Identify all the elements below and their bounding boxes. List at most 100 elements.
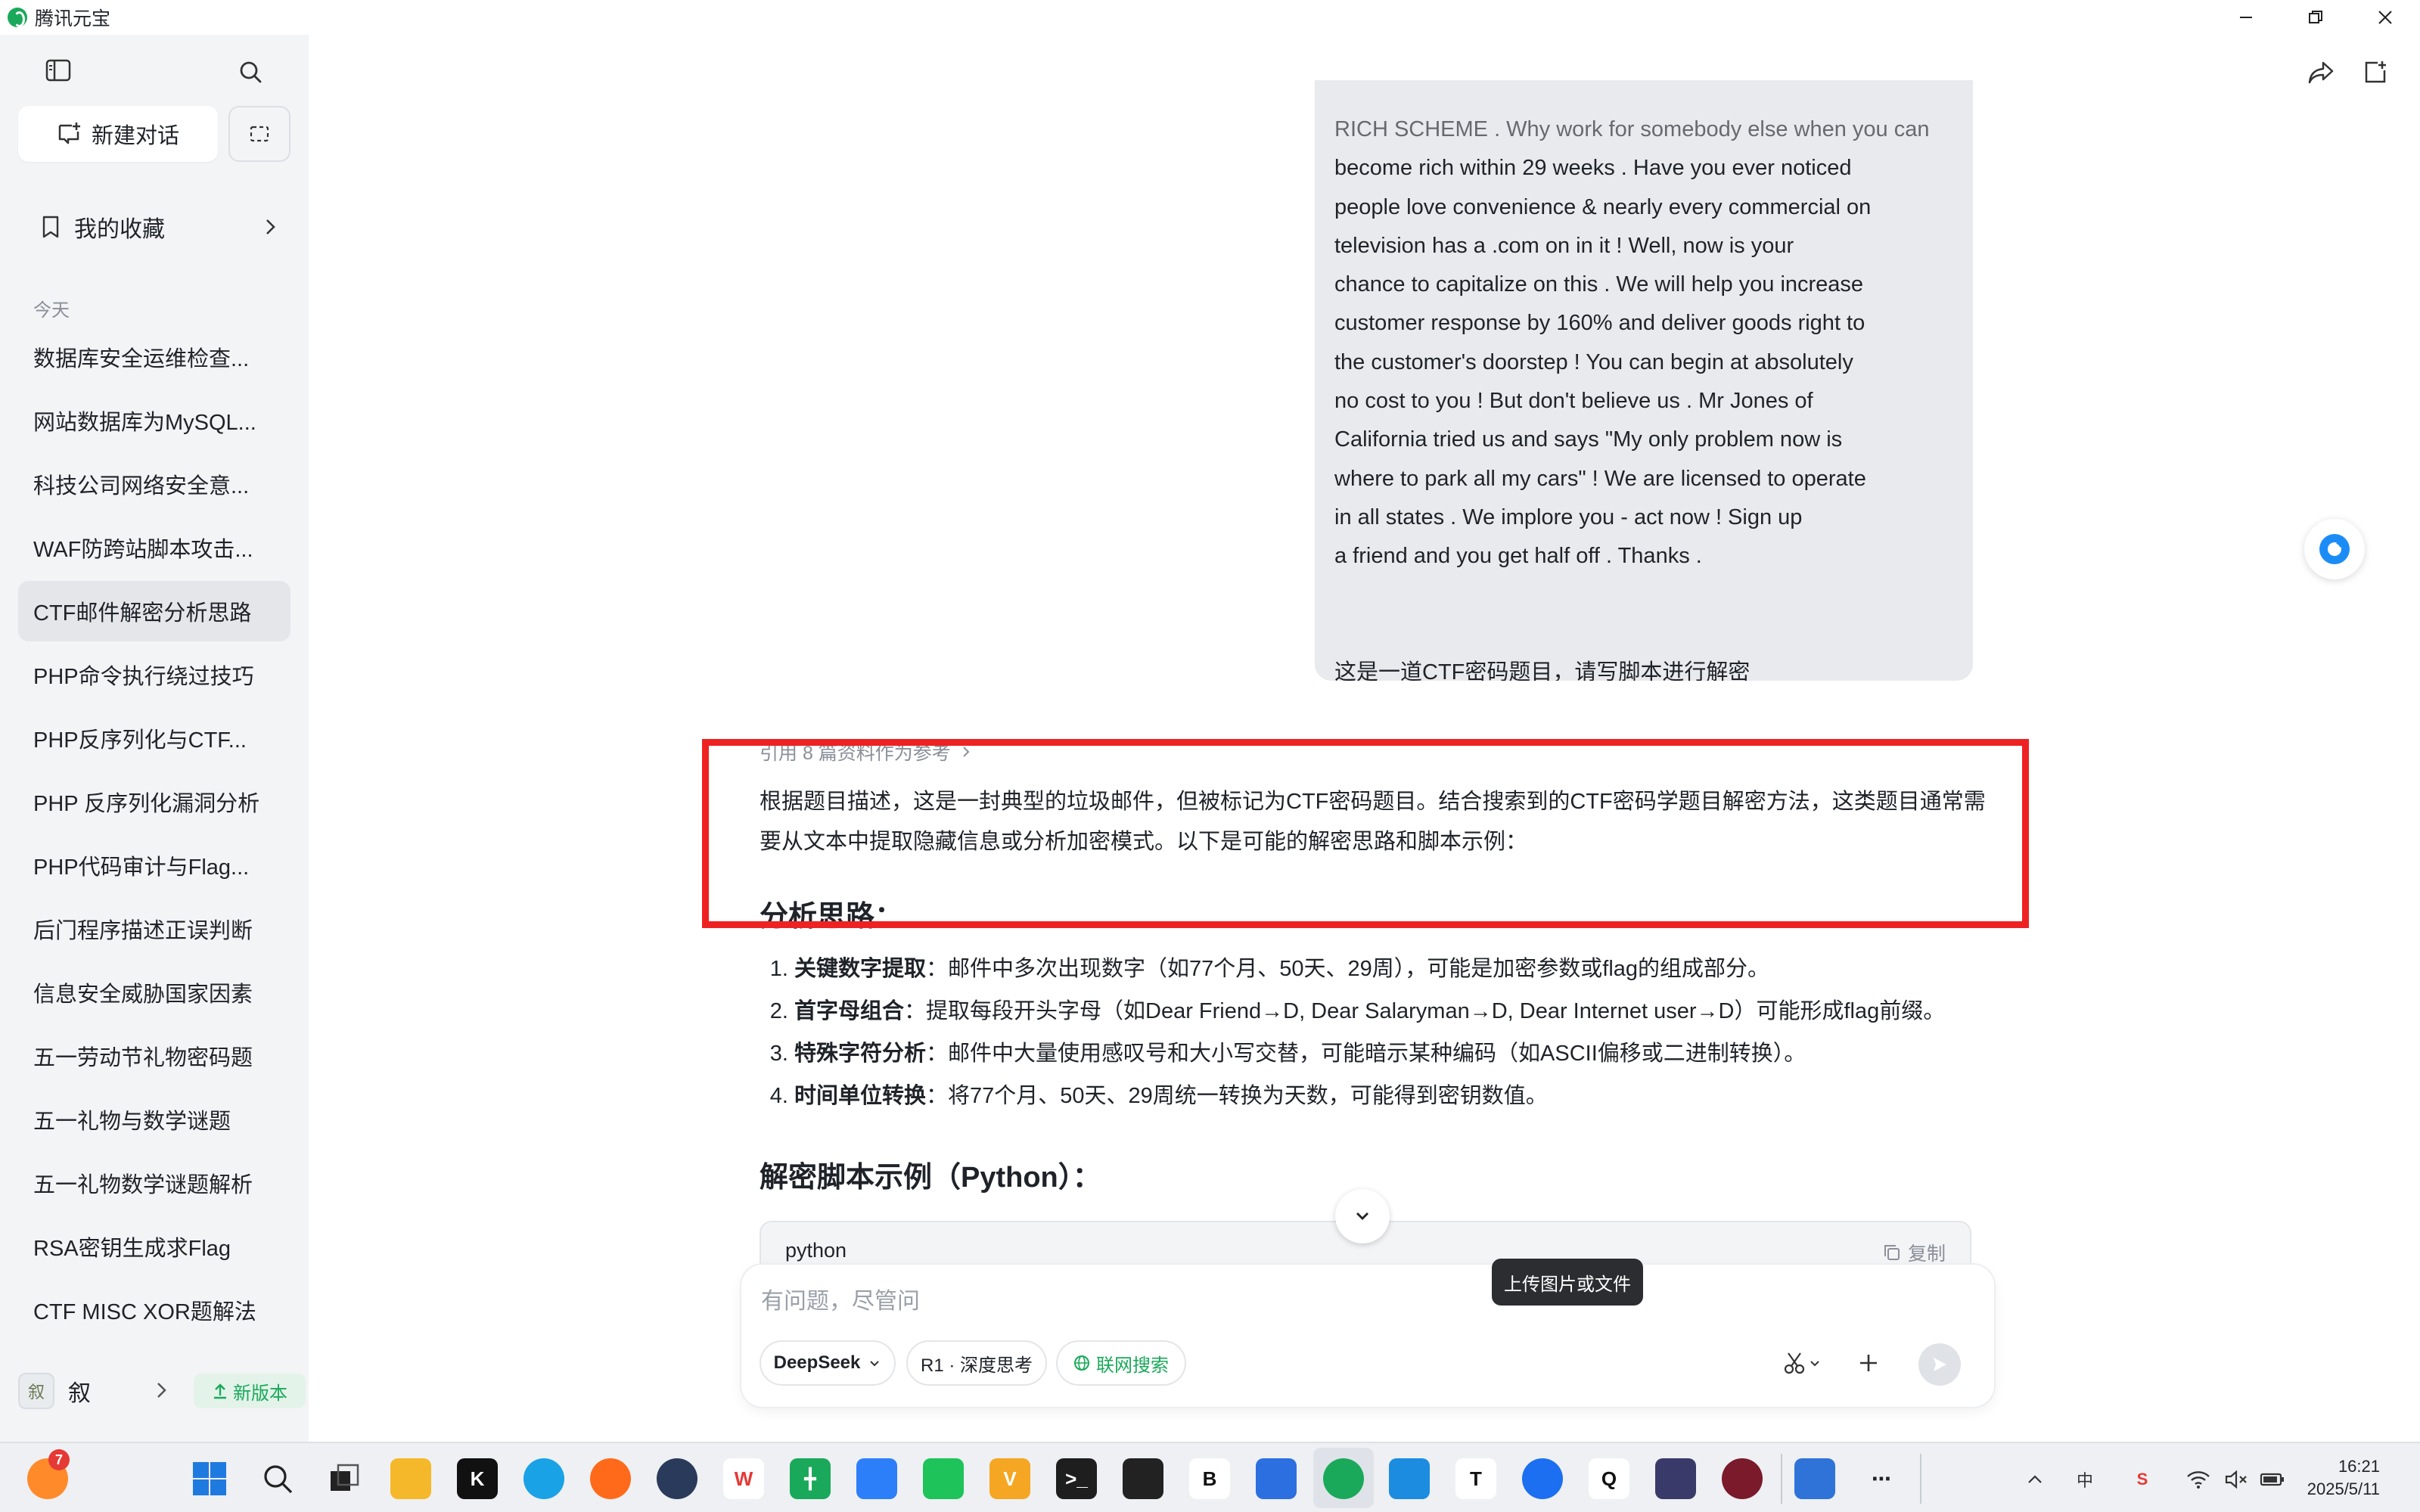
sidebar-toggle-icon: [45, 59, 71, 82]
taskbar-app-v-icon[interactable]: V: [989, 1458, 1030, 1499]
code-language: python: [785, 1239, 847, 1262]
floating-assistant-button[interactable]: [2304, 519, 2365, 579]
avatar[interactable]: 叙: [18, 1373, 54, 1409]
sidebar-conversation-item[interactable]: 五一劳动节礼物密码题: [18, 1026, 290, 1086]
upload-arrow-icon: [214, 1383, 226, 1399]
bookmark-icon: [42, 216, 59, 238]
tray-app-s-icon[interactable]: S: [2129, 1466, 2156, 1493]
sidebar-conversation-item[interactable]: RSA密钥生成求Flag: [18, 1216, 290, 1277]
sidebar-conversation-item[interactable]: PHP反序列化与CTF...: [18, 708, 290, 768]
volume-muted-icon[interactable]: [2223, 1466, 2250, 1493]
windows-start-icon[interactable]: [189, 1458, 230, 1499]
toggle-sidebar-button[interactable]: [41, 53, 76, 88]
analysis-item: 首字母组合：提取每段开头字母（如Dear Friend→D, Dear Sala…: [794, 990, 1993, 1032]
favorites-link[interactable]: 我的收藏: [18, 203, 290, 251]
tray-expand-icon[interactable]: [2021, 1466, 2049, 1493]
references-link[interactable]: 引用 8 篇资料作为参考: [760, 738, 1993, 765]
analysis-list: 关键数字提取：邮件中多次出现数字（如77个月、50天、29周），可能是加密参数或…: [760, 948, 1993, 1117]
sidebar-conversation-item[interactable]: CTF邮件解密分析思路: [18, 581, 290, 641]
taskbar-app-avatar-icon[interactable]: [1722, 1458, 1763, 1499]
copy-code-button[interactable]: 复制: [1882, 1239, 1946, 1266]
user-name[interactable]: 叙: [68, 1374, 91, 1408]
new-window-button[interactable]: [2356, 53, 2395, 92]
clock[interactable]: 16:21 2025/5/11: [2304, 1455, 2380, 1501]
edge-browser-icon[interactable]: [523, 1458, 564, 1499]
typora-icon[interactable]: T: [1455, 1458, 1496, 1499]
cloud-drive-icon[interactable]: [856, 1458, 897, 1499]
sidebar-conversation-item[interactable]: 科技公司网络安全意...: [18, 454, 290, 514]
clock-date: 2025/5/11: [2307, 1479, 2380, 1498]
qq-icon[interactable]: Q: [1589, 1458, 1629, 1499]
notepad-icon[interactable]: [1794, 1458, 1835, 1499]
wechat-icon[interactable]: [923, 1458, 964, 1499]
search-button[interactable]: [233, 54, 268, 89]
scroll-to-bottom-button[interactable]: [1335, 1189, 1390, 1243]
sidebar-conversation-item[interactable]: CTF MISC XOR题解法: [18, 1280, 290, 1340]
heading-analysis: 分析思路：: [760, 901, 904, 933]
message-composer: DeepSeek R1 · 深度思考 联网搜索: [741, 1265, 1994, 1407]
firefox-icon[interactable]: [590, 1458, 631, 1499]
chevron-down-icon: [1810, 1361, 1819, 1367]
minimize-icon: [2240, 17, 2252, 18]
sidebar-conversation-item[interactable]: 五一礼物与数学谜题: [18, 1089, 290, 1150]
sidebar-conversation-item[interactable]: PHP代码审计与Flag...: [18, 835, 290, 896]
screenshot-button[interactable]: [228, 106, 290, 162]
sidebar-conversation-item[interactable]: 网站数据库为MySQL...: [18, 390, 290, 451]
upload-button[interactable]: [1849, 1343, 1888, 1383]
wifi-icon[interactable]: [2185, 1466, 2212, 1493]
taskbar-app-k-icon[interactable]: K: [457, 1458, 498, 1499]
window-title: 腾讯元宝: [35, 8, 111, 29]
taskbar-app-b-icon[interactable]: B: [1189, 1458, 1230, 1499]
taskbar-search-icon[interactable]: [257, 1458, 298, 1499]
title-bar: 腾讯元宝: [0, 0, 2420, 35]
new-version-button[interactable]: 新版本: [194, 1374, 306, 1408]
sidebar-conversation-item[interactable]: 五一礼物数学谜题解析: [18, 1153, 290, 1213]
analysis-item-title: 首字母组合: [794, 999, 905, 1023]
yuanbao-taskbar-icon[interactable]: [1323, 1458, 1364, 1499]
restore-button[interactable]: [2281, 0, 2350, 35]
taskbar-separator: [1781, 1454, 1782, 1504]
sidebar-conversation-item[interactable]: 信息安全威胁国家因素: [18, 962, 290, 1023]
sidebar-conversation-item[interactable]: PHP命令执行绕过技巧: [18, 644, 290, 705]
chat-area: RICH SCHEME . Why work for somebody else…: [309, 35, 2420, 1442]
model-select[interactable]: DeepSeek: [760, 1340, 896, 1386]
globe-icon: [1074, 1355, 1089, 1371]
sidebar-conversation-item[interactable]: WAF防跨站脚本攻击...: [18, 517, 290, 578]
analysis-item-text: ：邮件中多次出现数字（如77个月、50天、29周），可能是加密参数或flag的组…: [926, 957, 1770, 981]
taskbar-app-orange-icon[interactable]: 7: [27, 1449, 70, 1499]
close-button[interactable]: [2350, 0, 2420, 35]
file-explorer-icon[interactable]: [390, 1458, 431, 1499]
sidebar-conversation-item[interactable]: 后门程序描述正误判断: [18, 899, 290, 959]
sidebar-conversation-item[interactable]: 数据库安全运维检查...: [18, 327, 290, 387]
user-message-line: in all states . We implore you - act now…: [1334, 505, 1803, 529]
taskbar-app-check-icon[interactable]: [1256, 1458, 1297, 1499]
share-button[interactable]: [2301, 53, 2341, 92]
wps-icon[interactable]: W: [723, 1458, 764, 1499]
minimize-button[interactable]: [2211, 0, 2281, 35]
tools-button[interactable]: [1775, 1343, 1829, 1383]
task-view-icon[interactable]: [324, 1458, 365, 1499]
spreadsheet-icon[interactable]: ╋: [790, 1458, 831, 1499]
taskbar-app-globe-icon[interactable]: [657, 1458, 697, 1499]
more-apps-icon[interactable]: ⋯: [1861, 1458, 1902, 1499]
taskbar-app-blue-circle-icon[interactable]: [1522, 1458, 1563, 1499]
notification-badge: 7: [48, 1449, 70, 1470]
user-area[interactable]: 叙 叙 新版本: [18, 1368, 306, 1414]
taskbar-app-box-icon[interactable]: [1123, 1458, 1163, 1499]
sidebar-conversation-item[interactable]: PHP 反序列化漏洞分析: [18, 772, 290, 832]
deep-think-toggle[interactable]: R1 · 深度思考: [906, 1340, 1047, 1386]
new-chat-button[interactable]: 新建对话: [18, 106, 218, 162]
send-button[interactable]: [1918, 1343, 1961, 1386]
taskbar-app-cat-icon[interactable]: [1655, 1458, 1696, 1499]
web-search-toggle[interactable]: 联网搜索: [1056, 1340, 1186, 1386]
close-icon: [2378, 11, 2392, 24]
battery-icon[interactable]: [2259, 1466, 2286, 1493]
taskbar-app-window-icon[interactable]: [1389, 1458, 1430, 1499]
copy-icon: [1884, 1245, 1900, 1260]
input-method-icon[interactable]: 中: [2071, 1466, 2098, 1493]
analysis-item-text: ：邮件中大量使用感叹号和大小写交替，可能暗示某种编码（如ASCII偏移或二进制转…: [926, 1042, 1806, 1066]
terminal-icon[interactable]: >_: [1056, 1458, 1097, 1499]
web-search-label: 联网搜索: [1096, 1355, 1169, 1376]
analysis-item: 关键数字提取：邮件中多次出现数字（如77个月、50天、29周），可能是加密参数或…: [794, 948, 1993, 990]
restore-icon: [2309, 11, 2322, 23]
